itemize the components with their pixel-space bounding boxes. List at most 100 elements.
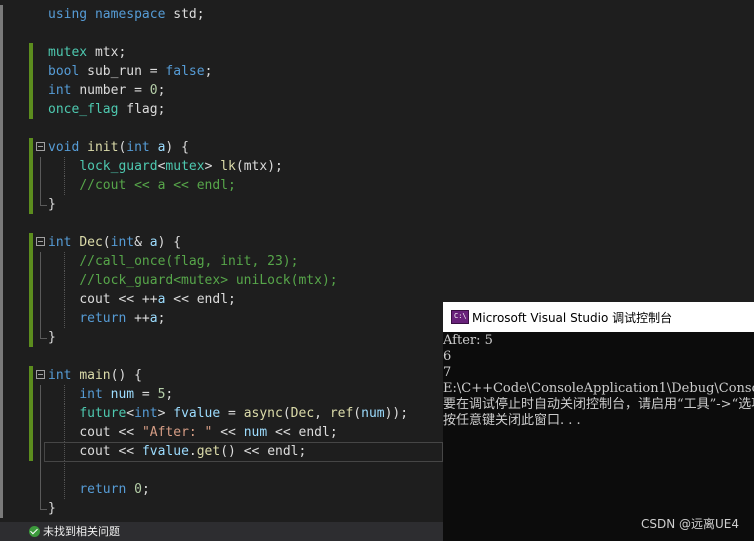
line-margin-marker — [0, 385, 3, 404]
code-line[interactable]: //cout << a << endl; — [0, 176, 443, 195]
line-margin-marker — [0, 499, 3, 518]
code-line[interactable]: return ++a; — [0, 309, 443, 328]
check-circle-icon — [29, 526, 40, 537]
change-indicator — [29, 366, 33, 385]
fold-end-guide — [40, 195, 47, 206]
code-text: return ++a; — [79, 311, 166, 326]
change-indicator — [29, 290, 33, 309]
line-margin-marker — [0, 81, 3, 100]
code-line[interactable] — [0, 24, 443, 43]
console-output-line: 要在调试停止时自动关闭控制台，请启用“工具”->“选项” — [443, 397, 754, 412]
line-margin-marker — [0, 271, 3, 290]
console-output-line: 按任意键关闭此窗口. . . — [443, 413, 581, 428]
console-titlebar[interactable]: Microsoft Visual Studio 调试控制台 — [443, 302, 754, 332]
fold-guide — [40, 404, 41, 423]
code-line[interactable]: int number = 0; — [0, 81, 443, 100]
code-text: future<int> fvalue = async(Dec, ref(num)… — [79, 406, 409, 421]
change-indicator — [29, 309, 33, 328]
indent-guide — [64, 461, 65, 480]
debug-console-window[interactable]: Microsoft Visual Studio 调试控制台 After: 567… — [443, 302, 754, 541]
fold-guide — [40, 157, 41, 176]
console-output-line: 6 — [443, 349, 452, 364]
code-text: int num = 5; — [79, 387, 174, 402]
code-text: //cout << a << endl; — [79, 178, 236, 193]
console-output-line: 7 — [443, 365, 452, 380]
code-line[interactable] — [0, 347, 443, 366]
code-text: int Dec(int& a) { — [48, 235, 182, 250]
code-text: bool sub_run = false; — [48, 64, 213, 79]
code-line[interactable]: cout << ++a << endl; — [0, 290, 443, 309]
line-margin-marker — [0, 157, 3, 176]
line-margin-marker — [0, 176, 3, 195]
code-line[interactable]: //lock_guard<mutex> uniLock(mtx); — [0, 271, 443, 290]
console-title: Microsoft Visual Studio 调试控制台 — [472, 311, 673, 325]
collapse-icon[interactable] — [36, 142, 45, 151]
change-indicator — [29, 100, 33, 119]
code-line[interactable]: int num = 5; — [0, 385, 443, 404]
current-line-highlight — [44, 442, 443, 462]
code-line[interactable]: } — [0, 328, 443, 347]
code-text: int number = 0; — [48, 83, 166, 98]
change-indicator — [29, 81, 33, 100]
console-output-line: E:\C++Code\ConsoleApplication1\Debug\Con… — [443, 381, 754, 396]
code-line[interactable]: } — [0, 195, 443, 214]
change-indicator — [29, 385, 33, 404]
change-indicator — [29, 442, 33, 461]
code-text: using namespace std; — [48, 7, 205, 22]
code-line[interactable]: lock_guard<mutex> lk(mtx); — [0, 157, 443, 176]
change-indicator — [29, 138, 33, 157]
console-output: After: 5 6 7 E:\C++Code\ConsoleApplication1… — [443, 333, 754, 429]
change-indicator — [29, 404, 33, 423]
line-margin-marker — [0, 309, 3, 328]
code-line[interactable]: once_flag flag; — [0, 100, 443, 119]
line-margin-marker — [0, 24, 3, 43]
code-line[interactable]: int main() { — [0, 366, 443, 385]
code-line[interactable] — [0, 119, 443, 138]
code-line[interactable]: int Dec(int& a) { — [0, 233, 443, 252]
watermark: CSDN @远离UE4 — [640, 517, 739, 531]
line-margin-marker — [0, 214, 3, 233]
line-margin-marker — [0, 366, 3, 385]
change-indicator — [29, 157, 33, 176]
code-text: int main() { — [48, 368, 142, 383]
fold-end-guide — [40, 328, 47, 339]
change-indicator — [29, 176, 33, 195]
change-indicator — [29, 271, 33, 290]
code-line[interactable] — [0, 214, 443, 233]
code-line[interactable] — [0, 461, 443, 480]
change-indicator — [29, 328, 33, 347]
code-text: //lock_guard<mutex> uniLock(mtx); — [79, 273, 338, 288]
code-line[interactable]: using namespace std; — [0, 5, 443, 24]
line-margin-marker — [0, 290, 3, 309]
fold-guide — [40, 271, 41, 290]
code-text: } — [48, 501, 56, 516]
line-margin-marker — [0, 423, 3, 442]
collapse-icon[interactable] — [36, 237, 45, 246]
line-margin-marker — [0, 119, 3, 138]
fold-guide — [40, 423, 41, 442]
code-line[interactable]: bool sub_run = false; — [0, 62, 443, 81]
fold-guide — [40, 309, 41, 328]
change-indicator — [29, 43, 33, 62]
code-line[interactable]: //call_once(flag, init, 23); — [0, 252, 443, 271]
line-margin-marker — [0, 100, 3, 119]
fold-guide — [40, 290, 41, 309]
fold-guide — [40, 176, 41, 195]
code-text: lock_guard<mutex> lk(mtx); — [79, 159, 283, 174]
console-app-icon — [451, 310, 469, 324]
fold-guide — [40, 385, 41, 404]
collapse-icon[interactable] — [36, 370, 45, 379]
status-message[interactable]: 未找到相关问题 — [43, 524, 120, 539]
code-line[interactable]: } — [0, 499, 443, 518]
code-line[interactable]: void init(int a) { — [0, 138, 443, 157]
change-indicator — [29, 195, 33, 214]
code-text: void init(int a) { — [48, 140, 189, 155]
code-line[interactable]: return 0; — [0, 480, 443, 499]
code-line[interactable]: cout << "After: " << num << endl; — [0, 423, 443, 442]
line-margin-marker — [0, 138, 3, 157]
line-margin-marker — [0, 252, 3, 271]
code-text: } — [48, 330, 56, 345]
code-line[interactable]: future<int> fvalue = async(Dec, ref(num)… — [0, 404, 443, 423]
code-text: return 0; — [79, 482, 150, 497]
code-line[interactable]: mutex mtx; — [0, 43, 443, 62]
